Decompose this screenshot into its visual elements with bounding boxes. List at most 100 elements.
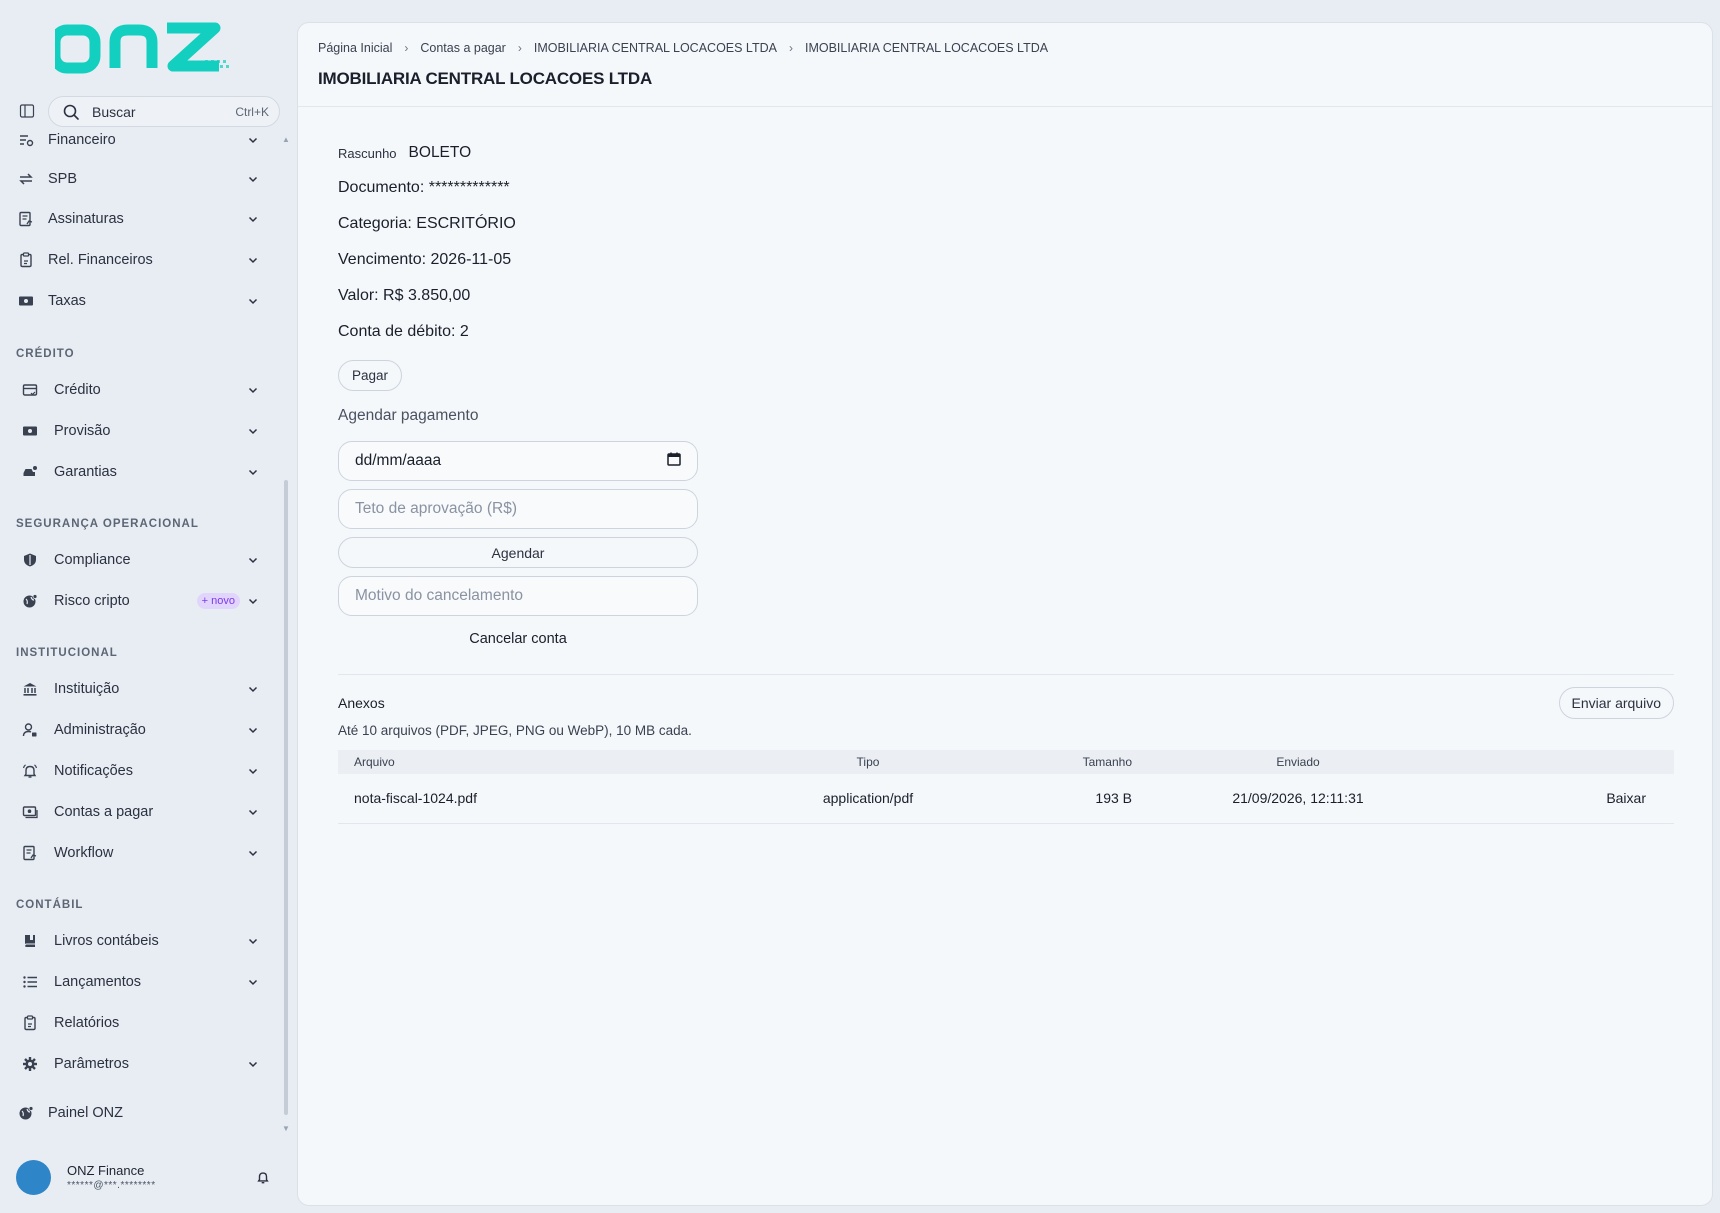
chevron-down-icon (246, 934, 260, 948)
download-link[interactable]: Baixar (1606, 790, 1646, 806)
bell-icon[interactable] (254, 1168, 272, 1186)
sidebar-item-taxas[interactable]: Taxas (16, 283, 268, 319)
clipboard-icon (20, 1013, 40, 1033)
sidebar-item-workflow[interactable]: Workflow (16, 835, 268, 871)
sidebar-item-livros-contabeis[interactable]: Livros contábeis (16, 923, 268, 959)
breadcrumb-home[interactable]: Página Inicial (318, 41, 392, 55)
main-panel: Página Inicial › Contas a pagar › IMOBIL… (297, 22, 1713, 1206)
globe-icon (16, 1103, 36, 1123)
chevron-down-icon (246, 212, 260, 226)
search-icon (62, 103, 80, 121)
page-header: Página Inicial › Contas a pagar › IMOBIL… (298, 23, 1712, 107)
chevron-down-icon (246, 172, 260, 186)
chevron-down-icon (246, 1057, 260, 1071)
chevron-down-icon (246, 846, 260, 860)
sidebar-toggle-icon[interactable] (18, 102, 36, 120)
bill-categoria: Categoria: ESCRITÓRIO (338, 215, 516, 232)
section-contabil: CONTÁBIL (16, 899, 84, 911)
user-email: ******@***.******** (67, 1180, 156, 1191)
sidebar-item-rel-financeiros[interactable]: Rel. Financeiros (16, 242, 268, 278)
search-shortcut: Ctrl+K (235, 104, 269, 119)
signature-icon (16, 209, 36, 229)
sidebar-item-parametros[interactable]: Parâmetros (16, 1046, 268, 1082)
user-profile[interactable]: ONZ Finance ******@***.******** (16, 1157, 280, 1197)
sidebar-item-contas-a-pagar[interactable]: Contas a pagar (16, 794, 268, 830)
chevron-right-icon: › (404, 41, 409, 55)
pay-button[interactable]: Pagar (338, 360, 402, 391)
list-icon (20, 972, 40, 992)
file-uploaded-at: 21/09/2026, 12:11:31 (1148, 774, 1448, 824)
scroll-down-arrow[interactable]: ▼ (282, 1124, 290, 1133)
money-icon (16, 291, 36, 311)
breadcrumb: Página Inicial › Contas a pagar › IMOBIL… (318, 41, 1712, 55)
sidebar-item-garantias[interactable]: Garantias (16, 454, 268, 490)
chevron-down-icon (246, 253, 260, 267)
section-credito: CRÉDITO (16, 348, 75, 360)
chevron-down-icon (246, 553, 260, 567)
scroll-up-arrow[interactable]: ▲ (282, 135, 290, 144)
sidebar-item-provisao[interactable]: Provisão (16, 413, 268, 449)
bell-ring-icon (20, 761, 40, 781)
section-institucional: INSTITUCIONAL (16, 647, 118, 659)
sidebar-item-instituicao[interactable]: Instituição (16, 671, 268, 707)
file-name: nota-fiscal-1024.pdf (338, 774, 718, 824)
col-arquivo: Arquivo (338, 750, 718, 774)
sidebar-item-credito[interactable]: Crédito (16, 372, 268, 408)
cancel-reason-input[interactable]: Motivo do cancelamento (338, 576, 698, 616)
chevron-down-icon (246, 465, 260, 479)
col-tipo: Tipo (718, 750, 1018, 774)
chevron-down-icon (246, 805, 260, 819)
date-placeholder: dd/mm/aaaa (355, 452, 442, 469)
status-badge: Rascunho (338, 145, 397, 161)
onz-logo (55, 22, 229, 74)
globe-icon (20, 591, 40, 611)
sidebar-item-administracao[interactable]: Administração (16, 712, 268, 748)
sidebar-item-painel-onz[interactable]: Painel ONZ (16, 1095, 268, 1130)
clipboard-icon (16, 250, 36, 270)
breadcrumb-contas-a-pagar[interactable]: Contas a pagar (420, 41, 505, 55)
sidebar-item-lancamentos[interactable]: Lançamentos (16, 964, 268, 1000)
finance-icon (16, 130, 36, 150)
book-icon (20, 931, 40, 951)
breadcrumb-current: IMOBILIARIA CENTRAL LOCACOES LTDA (804, 41, 1049, 55)
file-type: application/pdf (718, 774, 1018, 824)
sidebar-item-spb[interactable]: SPB (16, 161, 268, 197)
sidebar-item-notificacoes[interactable]: Notificações (16, 753, 268, 789)
breadcrumb-fornecedor[interactable]: IMOBILIARIA CENTRAL LOCACOES LTDA (534, 41, 777, 55)
file-size: 193 B (1018, 774, 1148, 824)
approval-limit-input[interactable]: Teto de aprovação (R$) (338, 489, 698, 529)
cancel-bill-button[interactable]: Cancelar conta (338, 624, 698, 654)
credit-card-icon (20, 380, 40, 400)
chevron-down-icon (246, 294, 260, 308)
sidebar-item-risco-cripto[interactable]: Risco cripto + novo (16, 583, 268, 619)
chevron-down-icon (246, 723, 260, 737)
sidebar-item-relatorios[interactable]: Relatórios (16, 1005, 268, 1041)
chevron-down-icon (246, 383, 260, 397)
table-header: Arquivo Tipo Tamanho Enviado (338, 750, 1674, 774)
sidebar-item-compliance[interactable]: Compliance (16, 542, 268, 578)
section-seguranca: SEGURANÇA OPERACIONAL (16, 518, 199, 530)
chevron-down-icon (246, 682, 260, 696)
bank-icon (20, 679, 40, 699)
sidebar-item-assinaturas[interactable]: Assinaturas (16, 201, 268, 237)
sidebar-item-financeiro[interactable]: Financeiro (16, 130, 268, 158)
bill-valor: Valor: R$ 3.850,00 (338, 287, 471, 304)
attachments-help: Até 10 arquivos (PDF, JPEG, PNG ou WebP)… (338, 723, 692, 738)
schedule-date-input[interactable]: dd/mm/aaaa (338, 441, 698, 481)
avatar[interactable] (16, 1159, 51, 1195)
sidebar-scrollbar[interactable] (284, 480, 288, 1115)
document-icon (20, 843, 40, 863)
bill-kind: BOLETO (408, 144, 472, 161)
table-row: nota-fiscal-1024.pdf application/pdf 193… (338, 774, 1674, 824)
upload-file-button[interactable]: Enviar arquivo (1558, 687, 1674, 719)
page-title: IMOBILIARIA CENTRAL LOCACOES LTDA (318, 69, 653, 88)
search-input[interactable]: Buscar Ctrl+K (48, 96, 280, 127)
calendar-icon[interactable] (667, 452, 681, 471)
schedule-button[interactable]: Agendar (338, 537, 698, 568)
bill-details: Rascunho BOLETO Documento: *************… (338, 143, 1674, 824)
user-lock-icon (20, 720, 40, 740)
attachments-title: Anexos (338, 695, 385, 711)
chevron-right-icon: › (517, 41, 522, 55)
novo-badge: + novo (196, 593, 240, 609)
shield-icon (20, 550, 40, 570)
